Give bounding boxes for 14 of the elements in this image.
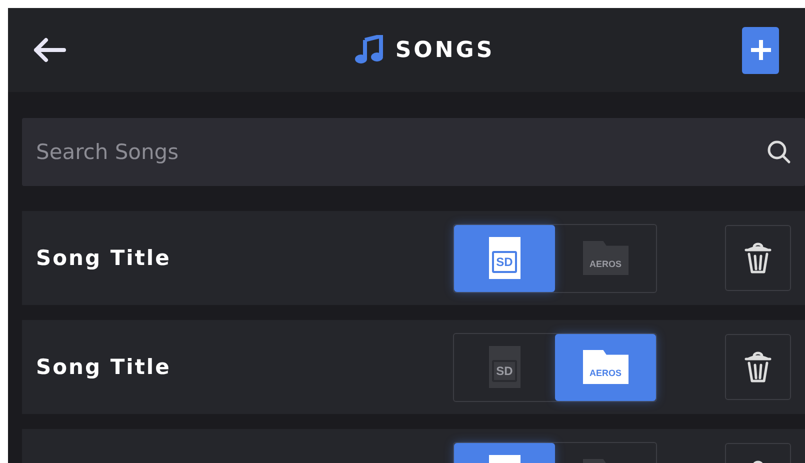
song-row[interactable]: Song Title SD AEROS xyxy=(22,211,805,305)
search-field[interactable]: Search Songs xyxy=(22,118,805,186)
storage-option[interactable]: AEROS xyxy=(555,224,656,292)
storage-option[interactable]: SD xyxy=(454,334,555,400)
song-row[interactable]: Song Title SD AEROS xyxy=(22,320,805,414)
song-title: Song Title xyxy=(36,355,172,379)
song-title: Song Title xyxy=(36,246,172,270)
folder-label: AEROS xyxy=(589,260,622,269)
storage-option[interactable]: SD xyxy=(454,224,555,292)
storage-option[interactable]: AEROS xyxy=(555,334,656,400)
sd-label: SD xyxy=(492,360,517,382)
folder-label: AEROS xyxy=(589,369,622,378)
sd-label: SD xyxy=(492,251,517,273)
page-title: SONGS xyxy=(395,38,495,62)
